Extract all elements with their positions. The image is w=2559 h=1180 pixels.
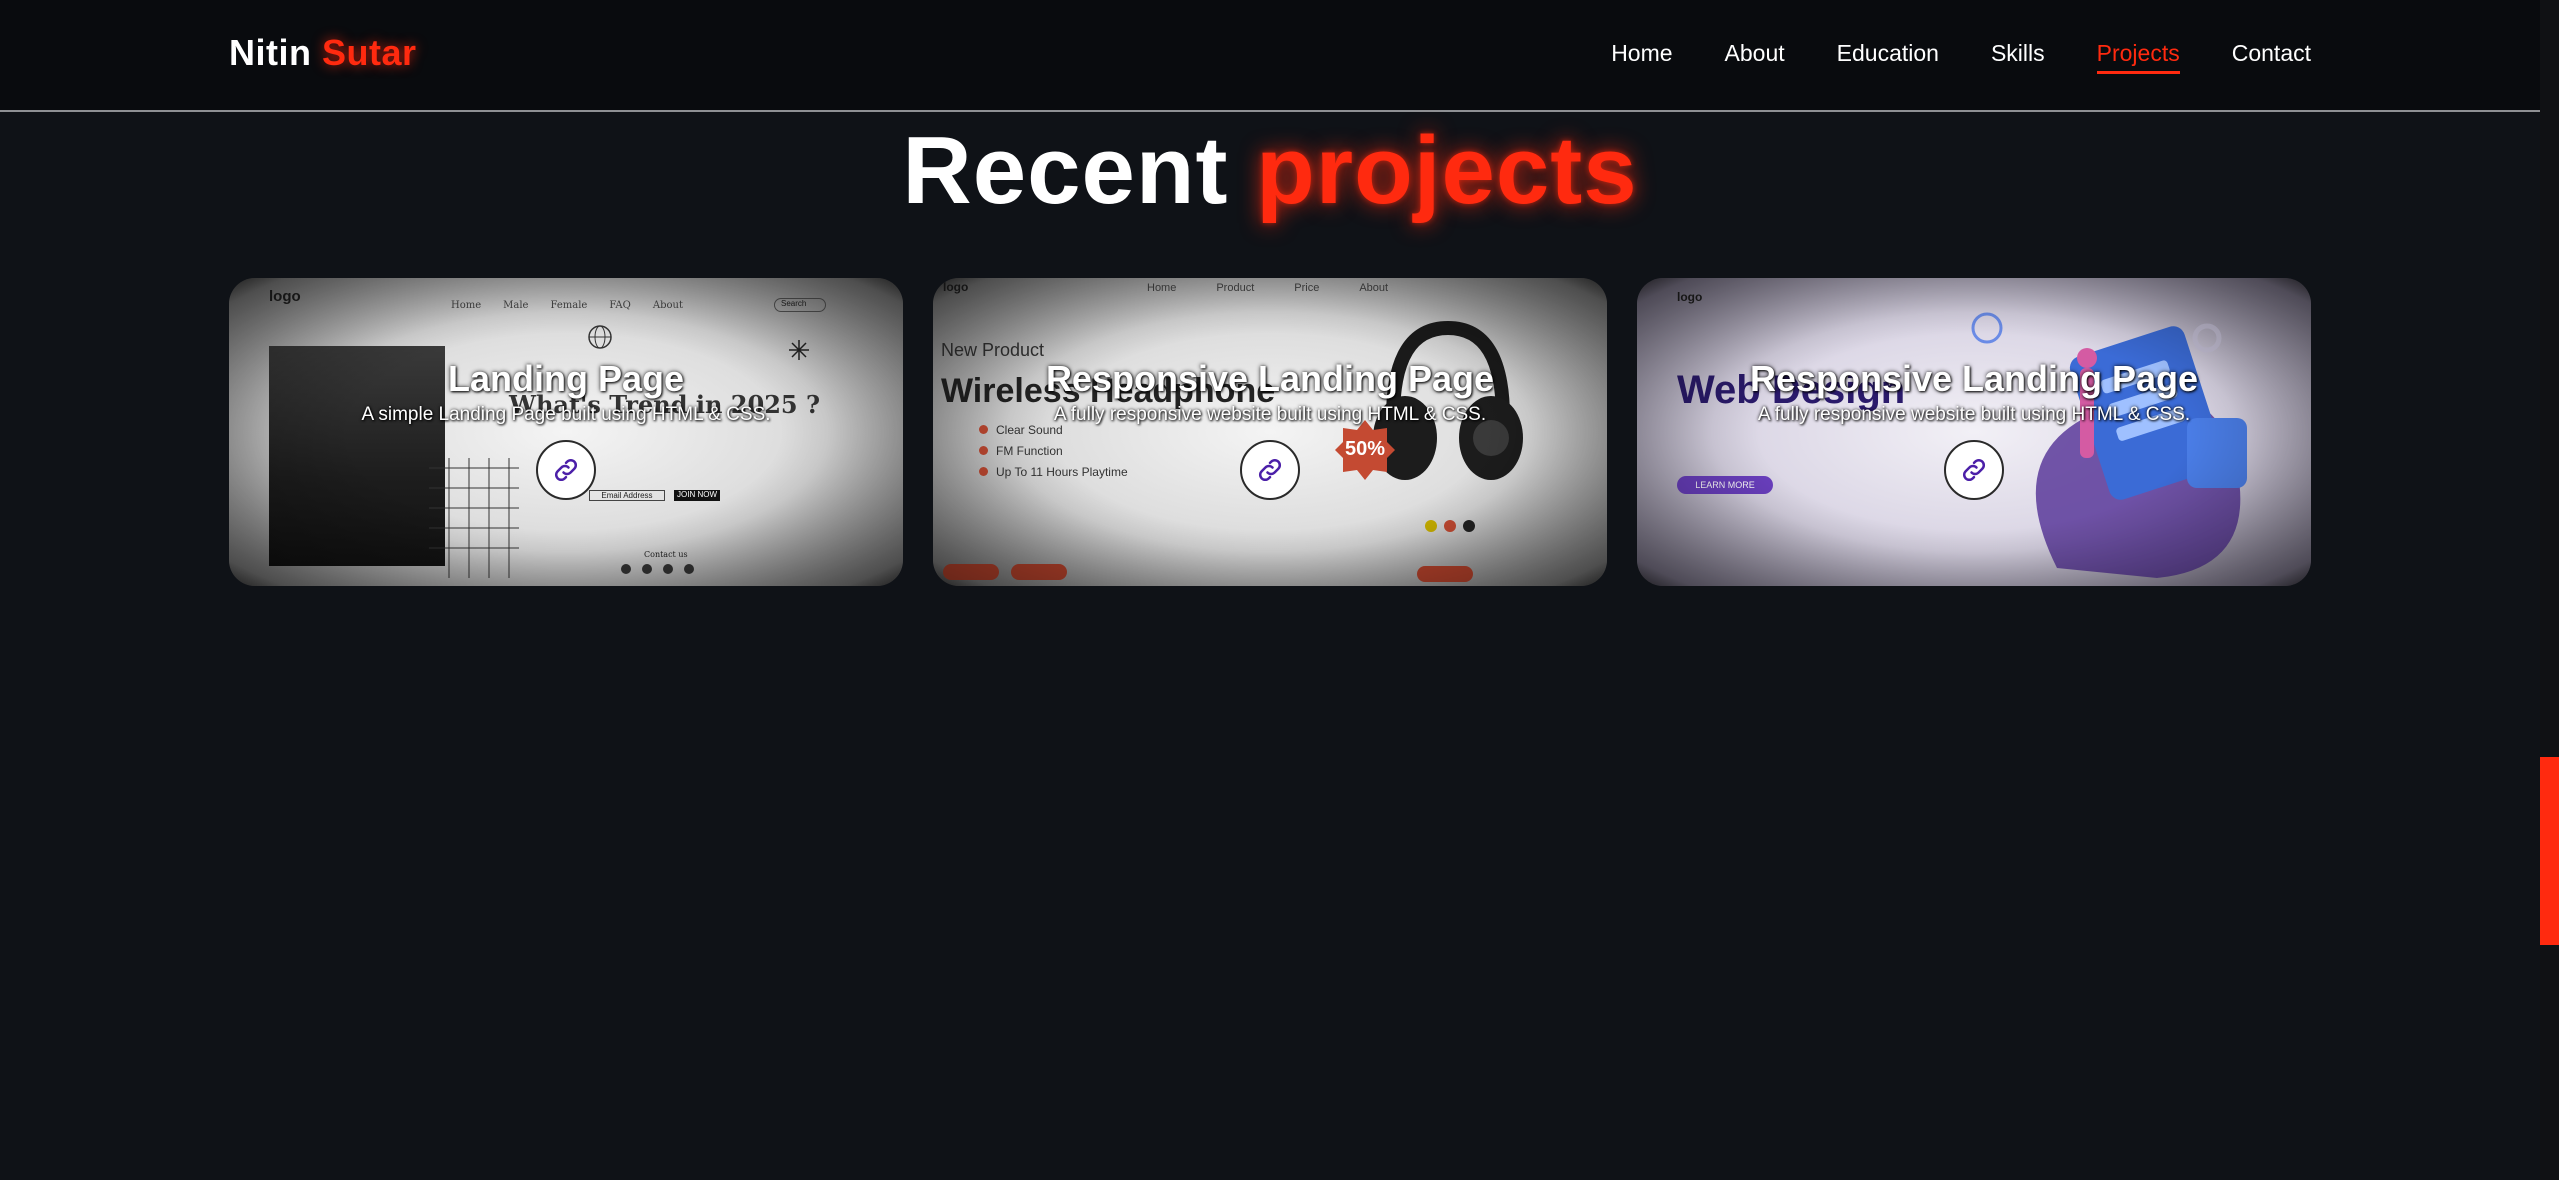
logo-first-name: Nitin	[229, 32, 312, 73]
preview-button	[943, 564, 999, 580]
main-nav: Home About Education Skills Projects Con…	[1559, 40, 2311, 74]
project-link-button[interactable]	[1944, 440, 2004, 500]
nav-home[interactable]: Home	[1611, 40, 1672, 74]
preview-button	[1417, 566, 1473, 582]
preview-contact-label: Contact us	[644, 550, 688, 559]
preview-search-box: Search	[774, 298, 826, 312]
project-card-web-design[interactable]: logo Web Design LEARN MORE Responsive La…	[1637, 278, 2311, 586]
nav-education[interactable]: Education	[1837, 40, 1939, 74]
project-title: Responsive Landing Page	[1749, 358, 2199, 399]
project-description: A simple Landing Page built using HTML &…	[361, 404, 771, 425]
preview-logo: logo	[269, 288, 301, 305]
project-description: A fully responsive website built using H…	[1757, 404, 2191, 425]
preview-social-icons	[621, 564, 694, 574]
scrollbar-thumb[interactable]	[2540, 757, 2559, 945]
projects-grid: logo Home Male Female FAQ About Search W…	[229, 278, 2311, 586]
section-title-accent: projects	[1256, 117, 1638, 224]
link-icon	[1258, 458, 1282, 482]
project-overlay: Responsive Landing Page A fully responsi…	[1637, 358, 2311, 500]
section-title: Recent projects	[0, 116, 2540, 226]
page-scrollbar[interactable]	[2540, 0, 2559, 1180]
nav-skills[interactable]: Skills	[1991, 40, 2045, 74]
project-link-button[interactable]	[1240, 440, 1300, 500]
preview-logo: logo	[943, 280, 969, 294]
site-logo[interactable]: Nitin Sutar	[229, 32, 417, 74]
section-title-first: Recent	[902, 117, 1229, 224]
preview-logo: logo	[1677, 290, 1703, 304]
preview-button	[1011, 564, 1067, 580]
project-card-landing-page[interactable]: logo Home Male Female FAQ About Search W…	[229, 278, 903, 586]
nav-about[interactable]: About	[1725, 40, 1785, 74]
link-icon	[554, 458, 578, 482]
nav-contact[interactable]: Contact	[2232, 40, 2311, 74]
preview-color-dots	[1425, 520, 1475, 532]
preview-globe-icon	[588, 325, 612, 349]
nav-projects[interactable]: Projects	[2096, 40, 2180, 74]
preview-nav: Home Product Price About	[1147, 282, 1389, 294]
site-header: Nitin Sutar Home About Education Skills …	[0, 0, 2540, 112]
link-icon	[1962, 458, 1986, 482]
preview-nav: Home Male Female FAQ About	[451, 300, 683, 311]
project-description: A fully responsive website built using H…	[1053, 404, 1487, 425]
project-overlay: Landing Page A simple Landing Page built…	[229, 358, 903, 500]
project-title: Responsive Landing Page	[1045, 358, 1495, 399]
project-card-responsive-landing-page[interactable]: logo Home Product Price About New Produc…	[933, 278, 1607, 586]
logo-last-name: Sutar	[322, 32, 417, 73]
project-overlay: Responsive Landing Page A fully responsi…	[933, 358, 1607, 500]
preview-sparkle-icon	[789, 340, 809, 360]
project-link-button[interactable]	[536, 440, 596, 500]
project-title: Landing Page	[447, 358, 685, 399]
